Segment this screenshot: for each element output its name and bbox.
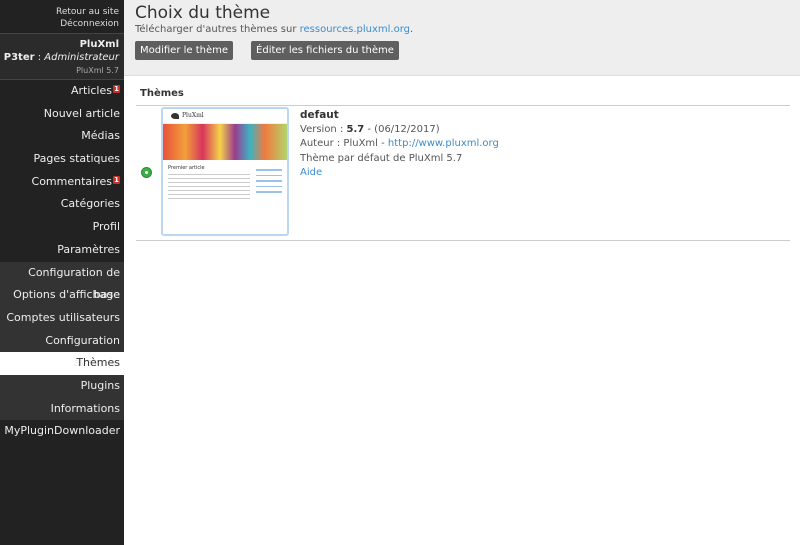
thumb-sidebar	[256, 165, 282, 197]
thumb-site-name: PluXml	[182, 112, 204, 119]
user-separator: :	[34, 52, 45, 63]
top-links: Retour au site Déconnexion	[0, 0, 124, 33]
toolbar: Modifier le thème Éditer les fichiers du…	[135, 41, 800, 60]
sidebar-item-label: Paramètres	[57, 242, 120, 256]
sidebar-item-articles[interactable]: Articles 1	[0, 80, 124, 103]
sidebar-item-label: Thèmes	[76, 356, 120, 370]
theme-author: Auteur : PluXml - http://www.pluxml.org	[300, 137, 499, 152]
thumb-side-line	[256, 191, 282, 193]
sidebar-item-m-dias[interactable]: Médias	[0, 125, 124, 148]
thumb-text-line	[168, 173, 250, 175]
sidebar-item-cat-gories[interactable]: Catégories	[0, 193, 124, 216]
themes-table-header: Thèmes	[136, 86, 790, 106]
sidebar-item-nouvel-article[interactable]: Nouvel article	[0, 103, 124, 126]
resources-link[interactable]: ressources.pluxml.org	[300, 24, 410, 35]
themes-section: Thèmes PluXml Premier article defaut Ver…	[136, 86, 790, 241]
sidebar-item-configuration-de-base[interactable]: Configuration de base	[0, 261, 124, 301]
sidebar-item-configuration-avanc-e[interactable]: Configuration avancée	[0, 329, 124, 369]
notification-badge: 1	[113, 175, 120, 184]
thumb-banner	[163, 124, 287, 160]
version-value: 5.7	[346, 123, 365, 135]
theme-row: PluXml Premier article defaut Version: …	[136, 106, 790, 241]
thumb-header: PluXml	[163, 109, 287, 124]
theme-thumbnail: PluXml Premier article	[161, 107, 289, 236]
sidebar-item-label: Catégories	[60, 197, 120, 211]
sidebar-item-th-mes[interactable]: Thèmes	[0, 352, 124, 375]
logout-link[interactable]: Déconnexion	[0, 18, 119, 30]
thumb-text-line	[168, 197, 250, 199]
thumb-body: Premier article	[163, 160, 287, 207]
user-name: P3ter	[3, 52, 35, 63]
sidebar-item-label: Médias	[81, 129, 120, 143]
theme-info: defaut Version : 5.7 - (06/12/2017) Aute…	[300, 108, 499, 181]
sidebar-item-label: Commentaires	[31, 174, 112, 188]
sidebar-item-label: Nouvel article	[43, 106, 120, 120]
sidebar-item-options-d-affichage[interactable]: Options d'affichage	[0, 284, 124, 307]
theme-select-radio[interactable]	[141, 167, 152, 178]
theme-description: Thème par défaut de PluXml 5.7	[300, 152, 463, 164]
sidebar-item-label: Pages statiques	[33, 152, 120, 166]
thumb-text-line	[168, 177, 250, 179]
sidebar-item-label: Plugins	[80, 378, 120, 392]
sidebar-item-profil[interactable]: Profil	[0, 216, 124, 239]
thumb-side-line	[256, 169, 282, 171]
sidebar-item-label: Options d'affichage	[13, 288, 120, 302]
sidebar-item-pages-statiques[interactable]: Pages statiques	[0, 148, 124, 171]
modify-theme-button[interactable]: Modifier le thème	[135, 41, 234, 60]
thumb-text-line	[168, 185, 250, 187]
sidebar-item-label: Articles	[70, 84, 112, 97]
app-version: PluXml 5.7	[76, 66, 119, 75]
site-name: PluXml	[79, 39, 119, 50]
sidebar-item-informations[interactable]: Informations	[0, 397, 124, 421]
page-title: Choix du thème	[135, 3, 271, 23]
sidebar-item-label: Comptes utilisateurs	[6, 310, 120, 324]
sidebar: Retour au site Déconnexion PluXml P3ter …	[0, 0, 124, 545]
subtitle-suffix: .	[409, 24, 414, 35]
thumb-side-line	[256, 185, 282, 187]
thumb-text-line	[168, 189, 250, 191]
thumb-logo-icon	[171, 113, 179, 119]
sidebar-item-label: Profil	[92, 220, 120, 234]
user-profile: PluXml P3ter : Administrateur PluXml 5.7	[0, 33, 124, 79]
page-header: Choix du thème Télécharger d'autres thèm…	[124, 0, 800, 76]
subtitle-text: Télécharger d'autres thèmes sur	[135, 24, 300, 35]
version-date: - (06/12/2017)	[364, 123, 440, 135]
sidebar-item-comptes-utilisateurs[interactable]: Comptes utilisateurs	[0, 306, 124, 330]
page-subtitle: Télécharger d'autres thèmes sur ressourc…	[135, 23, 800, 37]
thumb-text-line	[168, 181, 250, 183]
sidebar-item-label: Informations	[50, 401, 120, 415]
author-link[interactable]: http://www.pluxml.org	[388, 138, 499, 149]
theme-version: Version : 5.7 - (06/12/2017)	[300, 123, 499, 138]
help-link[interactable]: Aide	[300, 167, 322, 178]
theme-name: defaut	[300, 109, 339, 121]
notification-badge: 1	[113, 85, 120, 93]
sidebar-item-param-tres[interactable]: Paramètres	[0, 239, 124, 262]
sidebar-item-myplugindownloader[interactable]: MyPluginDownloader	[0, 420, 124, 443]
user-role: Administrateur	[44, 52, 119, 63]
sidebar-menu: Articles 1 Nouvel article Médias Pages stati…	[0, 79, 124, 443]
user-info: P3ter : Administrateur	[0, 51, 119, 64]
thumb-side-line	[256, 180, 282, 182]
sidebar-item-commentaires[interactable]: Commentaires 1	[0, 171, 124, 194]
sidebar-item-label: MyPluginDownloader	[4, 424, 120, 438]
thumb-text-line	[168, 193, 250, 195]
thumb-side-line	[256, 174, 282, 176]
version-label: Version :	[300, 123, 347, 135]
sidebar-item-plugins[interactable]: Plugins	[0, 374, 124, 398]
edit-theme-files-button[interactable]: Éditer les fichiers du thème	[251, 41, 399, 60]
back-to-site-link[interactable]: Retour au site	[0, 6, 119, 18]
author-label: Auteur : PluXml -	[300, 138, 388, 149]
main-content: Choix du thème Télécharger d'autres thèm…	[124, 0, 800, 545]
